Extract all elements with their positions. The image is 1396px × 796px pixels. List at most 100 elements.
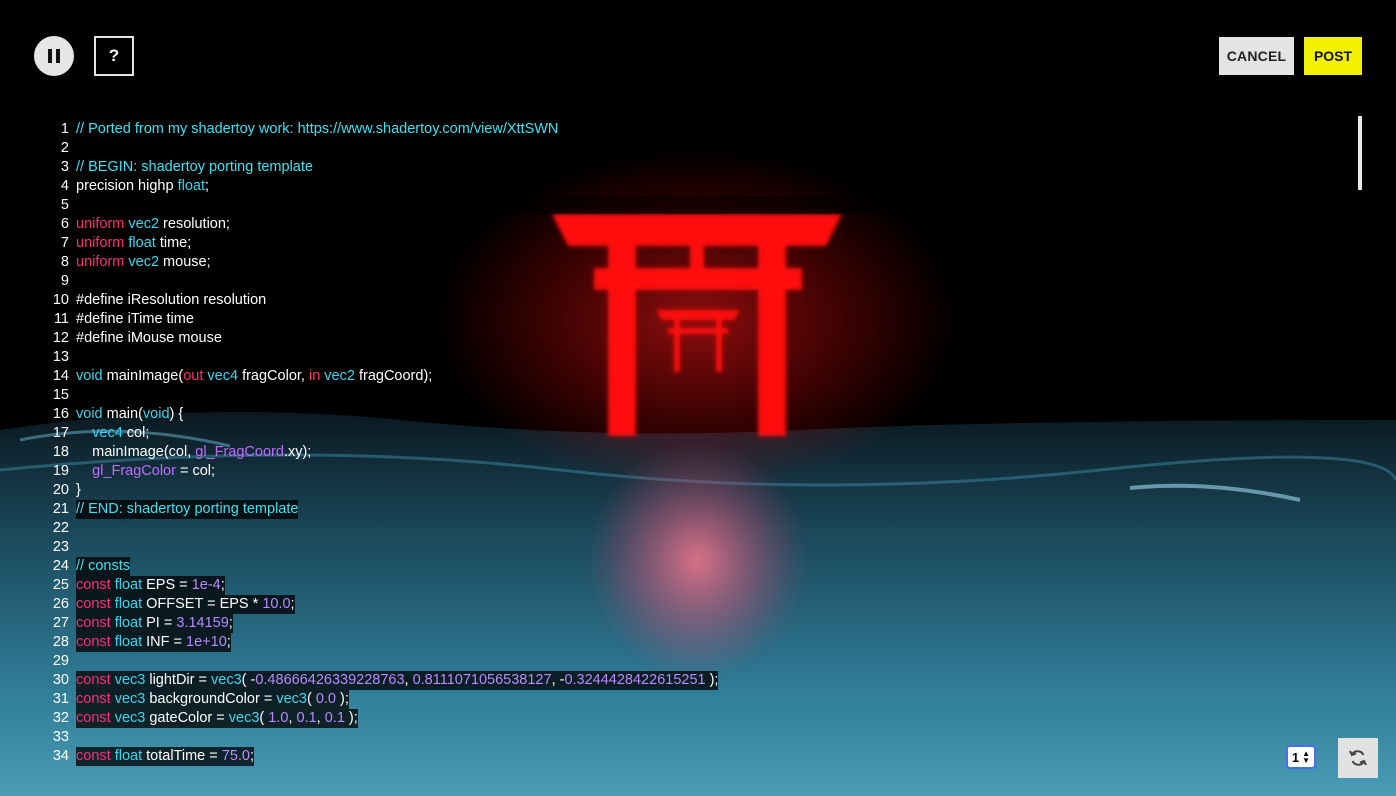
- code-line[interactable]: 27 const float PI = 3.14159;: [40, 614, 1360, 633]
- code-token: const: [76, 672, 115, 688]
- code-token: gl_FragColor: [92, 463, 176, 479]
- code-token: float: [114, 634, 143, 650]
- code-line[interactable]: 33: [40, 728, 1360, 747]
- code-line[interactable]: 4 precision highp float;: [40, 177, 1360, 196]
- pause-button[interactable]: [34, 36, 74, 76]
- code-token: vec2: [324, 368, 355, 384]
- code-token: #define iResolution resolution: [76, 292, 267, 308]
- code-line[interactable]: 17 vec4 col;: [40, 424, 1360, 443]
- code-line[interactable]: 2: [40, 139, 1360, 158]
- code-token: void: [142, 406, 170, 422]
- code-line[interactable]: 31 const vec3 backgroundColor = vec3( 0.0…: [40, 690, 1360, 709]
- mode-select-value: 1: [1291, 749, 1300, 765]
- code-line[interactable]: 28 const float INF = 1e+10;: [40, 633, 1360, 652]
- code-line[interactable]: 19 gl_FragColor = col;: [40, 462, 1360, 481]
- code-token: void: [76, 406, 103, 422]
- code-token: out: [183, 368, 204, 384]
- code-token: PI =: [142, 615, 177, 631]
- code-line[interactable]: 6 uniform vec2 resolution;: [40, 215, 1360, 234]
- code-line[interactable]: 5: [40, 196, 1360, 215]
- line-number: 33: [52, 729, 69, 745]
- code-line[interactable]: 26 const float OFFSET = EPS * 10.0;: [40, 595, 1360, 614]
- code-token: col;: [122, 425, 150, 441]
- post-button[interactable]: POST: [1304, 37, 1362, 75]
- code-text: const vec3 lightDir = vec3( -0.486664263…: [76, 671, 719, 690]
- code-line[interactable]: 3 // BEGIN: shadertoy porting template: [40, 158, 1360, 177]
- code-token: lightDir =: [145, 672, 212, 688]
- code-token: float: [114, 748, 143, 764]
- code-line[interactable]: 12 #define iMouse mouse: [40, 329, 1360, 348]
- code-line[interactable]: 11 #define iTime time: [40, 310, 1360, 329]
- code-line[interactable]: 25 const float EPS = 1e-4;: [40, 576, 1360, 595]
- code-token: // consts: [76, 558, 130, 574]
- line-number: 8: [60, 254, 69, 270]
- code-token: const: [76, 615, 115, 631]
- line-number: 26: [52, 596, 69, 612]
- line-number: 5: [60, 197, 69, 213]
- code-line[interactable]: 13: [40, 348, 1360, 367]
- code-line[interactable]: 24 // consts: [40, 557, 1360, 576]
- code-line[interactable]: 8 uniform vec2 mouse;: [40, 253, 1360, 272]
- code-token: OFFSET = EPS *: [142, 596, 263, 612]
- code-token: .xy);: [283, 444, 312, 460]
- cancel-button[interactable]: CANCEL: [1219, 37, 1294, 75]
- line-number: 21: [52, 501, 69, 517]
- line-number: 34: [52, 748, 69, 764]
- code-token: const: [76, 748, 115, 764]
- code-line[interactable]: 16 void main(void) {: [40, 405, 1360, 424]
- line-number: 19: [52, 463, 69, 479]
- code-text: const float PI = 3.14159;: [76, 614, 233, 633]
- code-line[interactable]: 18 mainImage(col, gl_FragCoord.xy);: [40, 443, 1360, 462]
- code-token: ,: [404, 672, 413, 688]
- code-token: uniform: [76, 216, 129, 232]
- code-line[interactable]: 1 // Ported from my shadertoy work: https…: [40, 120, 1360, 139]
- code-line[interactable]: 7 uniform float time;: [40, 234, 1360, 253]
- line-number: 28: [52, 634, 69, 650]
- editor-scrollbar[interactable]: [1358, 116, 1362, 190]
- line-number: 23: [52, 539, 69, 555]
- code-token: backgroundColor =: [145, 691, 277, 707]
- code-token: 1e+10: [186, 634, 227, 650]
- reload-icon: [1349, 750, 1367, 766]
- code-line[interactable]: 30 const vec3 lightDir = vec3( -0.4866642…: [40, 671, 1360, 690]
- code-token: gl_FragCoord: [195, 444, 284, 460]
- code-token: vec4: [92, 425, 123, 441]
- code-token: precision highp: [76, 178, 178, 194]
- code-token: const: [76, 577, 115, 593]
- code-line[interactable]: 23: [40, 538, 1360, 557]
- line-number: 6: [60, 216, 69, 232]
- code-line[interactable]: 20}: [40, 481, 1360, 500]
- code-text: uniform vec2 mouse;: [76, 253, 211, 272]
- code-token: vec2: [128, 216, 160, 232]
- code-line[interactable]: 34 const float totalTime = 75.0;: [40, 747, 1360, 766]
- code-token: uniform: [76, 254, 129, 270]
- reload-button[interactable]: [1338, 738, 1378, 778]
- code-line[interactable]: 9: [40, 272, 1360, 291]
- code-text: const vec3 gateColor = vec3( 1.0, 0.1, 0…: [76, 709, 358, 728]
- code-token: float: [128, 235, 156, 251]
- code-token: vec3: [228, 710, 260, 726]
- code-text: const vec3 backgroundColor = vec3( 0.0 )…: [76, 690, 349, 709]
- code-line[interactable]: 29: [40, 652, 1360, 671]
- line-number: 25: [52, 577, 69, 593]
- code-token: totalTime =: [142, 748, 222, 764]
- code-token: ) {: [169, 406, 184, 422]
- mode-select[interactable]: 1 ▲ ▼: [1286, 745, 1316, 769]
- code-token: float: [114, 577, 143, 593]
- code-line[interactable]: 10 #define iResolution resolution: [40, 291, 1360, 310]
- line-number: 30: [52, 672, 69, 688]
- help-button[interactable]: ?: [94, 36, 134, 76]
- code-line[interactable]: 32 const vec3 gateColor = vec3( 1.0, 0.1,…: [40, 709, 1360, 728]
- code-token: );: [344, 710, 358, 726]
- code-editor[interactable]: 1 // Ported from my shadertoy work: https…: [40, 120, 1360, 780]
- code-line[interactable]: 15: [40, 386, 1360, 405]
- line-number: 14: [52, 368, 69, 384]
- code-token: 10.0: [262, 596, 291, 612]
- code-token: uniform: [76, 235, 129, 251]
- code-token: mainImage(col,: [76, 444, 196, 460]
- code-token: main(: [102, 406, 143, 422]
- code-line[interactable]: 14 void mainImage(out vec4 fragColor, in …: [40, 367, 1360, 386]
- code-line[interactable]: 22: [40, 519, 1360, 538]
- code-line[interactable]: 21 // END: shadertoy porting template: [40, 500, 1360, 519]
